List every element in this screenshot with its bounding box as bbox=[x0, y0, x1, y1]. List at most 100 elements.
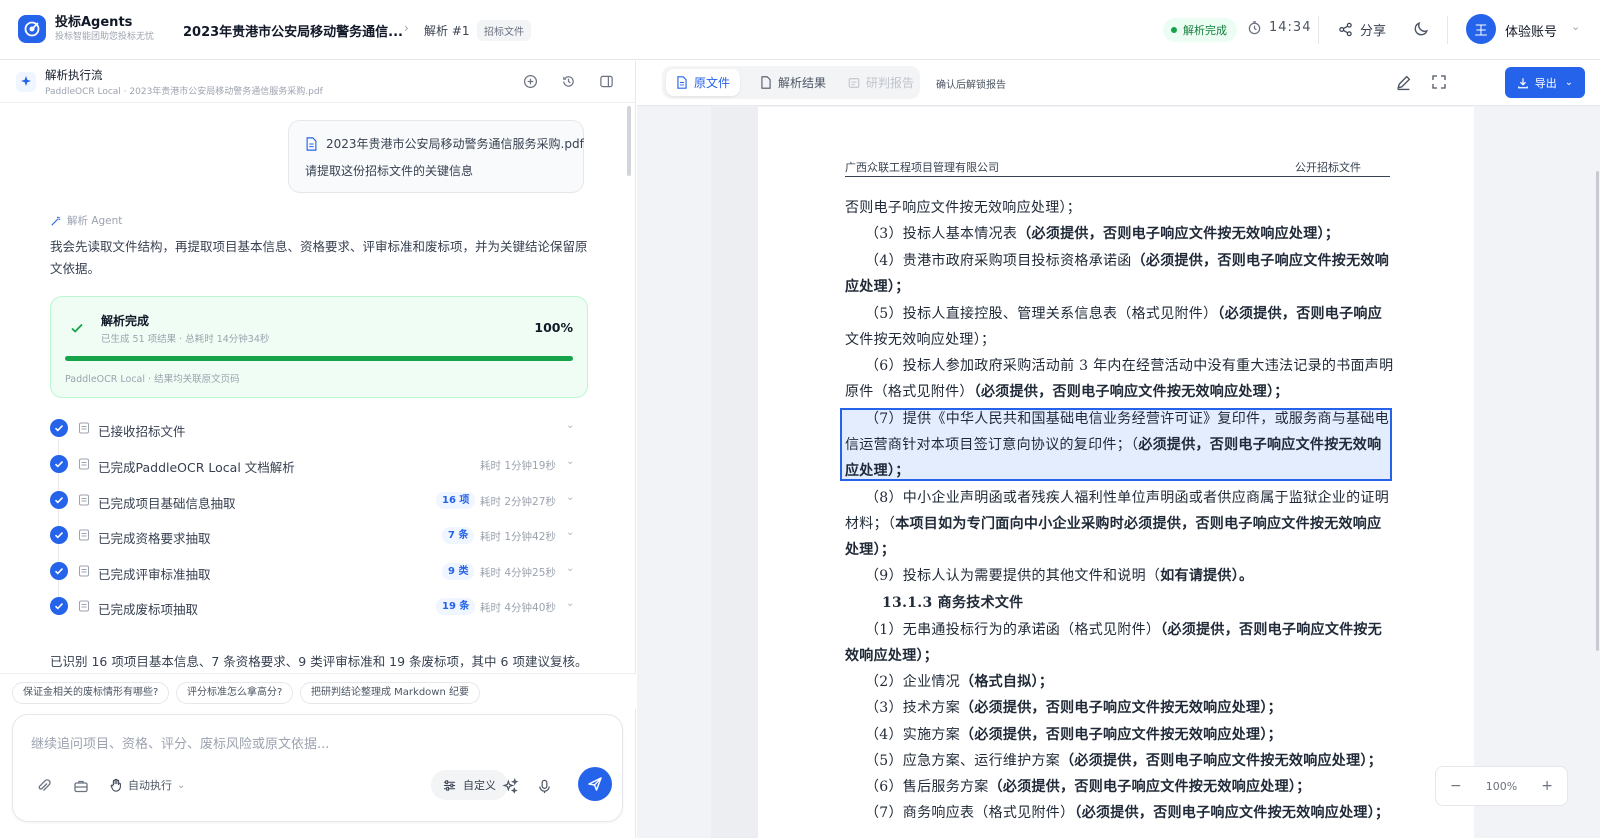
app-tagline: 投标智能团助您投标无忧 bbox=[55, 32, 155, 42]
chevron-down-icon[interactable]: ⌄ bbox=[566, 563, 574, 574]
line-bold-text: （必须提供，否则电子响应文件按无效响应处理）； bbox=[973, 384, 1289, 400]
viewer-scrollbar[interactable] bbox=[1596, 171, 1599, 651]
document-title[interactable]: 2023年贵港市公安局移动警务通信... bbox=[183, 21, 403, 40]
document-line: （6）售后服务方案（必须提供，否则电子响应文件按无效响应处理）； bbox=[865, 776, 1311, 796]
app-name: 投标Agents bbox=[55, 15, 133, 30]
line-text: 否则电子响应文件按无效响应处理）； bbox=[845, 200, 1082, 216]
step-duration: 耗时 1分钟19秒 bbox=[480, 460, 556, 472]
file-icon bbox=[306, 136, 317, 151]
tab-research-report[interactable]: 研判报告 bbox=[838, 69, 924, 96]
toggle-panel-button[interactable] bbox=[596, 71, 616, 91]
edit-button[interactable] bbox=[1395, 74, 1412, 95]
breadcrumb-chevron-icon: › bbox=[404, 21, 409, 35]
completion-percent: 100% bbox=[534, 320, 573, 335]
line-text: （7）商务响应表（格式见附件） bbox=[865, 805, 1075, 821]
export-button[interactable]: 导出 ⌄ bbox=[1505, 67, 1585, 98]
send-icon bbox=[588, 777, 602, 791]
tab-label: 原文件 bbox=[694, 76, 731, 90]
header-rule bbox=[845, 176, 1390, 177]
voice-button[interactable] bbox=[531, 773, 557, 799]
line-text: （3）投标人基本情况表 bbox=[865, 226, 1018, 242]
fullscreen-button[interactable] bbox=[1431, 74, 1447, 94]
chevron-down-icon[interactable]: ⌄ bbox=[566, 492, 574, 503]
logo-icon[interactable] bbox=[18, 15, 46, 43]
timeline-step[interactable]: 已完成评审标准抽取 9 类耗时 4分钟25秒 ⌄ bbox=[50, 559, 590, 585]
line-bold-text: （必须提供，否则电子响应文件按无效响应处理）； bbox=[1017, 226, 1340, 242]
line-bold-text: 必须提供，否则电子响应文件按无效响 bbox=[1138, 437, 1382, 453]
line-text: （1）无串通投标行为的承诺函（格式见附件） bbox=[865, 622, 1161, 638]
step-label: 已完成项目基础信息抽取 bbox=[98, 496, 236, 511]
document-line: 效响应处理）； bbox=[845, 645, 938, 665]
suggestion-chip[interactable]: 保证金相关的废标情形有哪些? bbox=[12, 682, 170, 704]
chevron-down-icon: ⌄ bbox=[1564, 77, 1574, 88]
line-bold-text: （必须提供，否则电子响应 bbox=[1217, 306, 1383, 322]
line-text: 信运营商针对本项目签订意向协议的复印件；（ bbox=[845, 437, 1139, 453]
timeline-step[interactable]: 已完成PaddleOCR Local 文档解析 耗时 1分钟19秒 ⌄ bbox=[50, 452, 590, 478]
chevron-down-icon[interactable]: ⌄ bbox=[1571, 20, 1580, 33]
panel-header: 解析执行流 PaddleOCR Local · 2023年贵港市公安局移动警务通… bbox=[0, 61, 636, 103]
viewer-tabs: 原文件 解析结果 研判报告 bbox=[662, 66, 920, 99]
avatar[interactable]: 王 bbox=[1466, 14, 1496, 44]
scan-icon bbox=[79, 458, 89, 470]
line-text: 原件（格式见附件） bbox=[845, 384, 974, 400]
line-bold-text: （必须提供，否则电子响应文件按无效响应处理）； bbox=[960, 727, 1282, 743]
panel-subtitle: PaddleOCR Local · 2023年贵港市公安局移动警务通信服务采购.… bbox=[45, 87, 323, 97]
chevron-down-icon[interactable]: ⌄ bbox=[566, 598, 574, 609]
document-line: （6）投标人参加政府采购活动前 3 年内在经营活动中没有重大违法记录的书面声明 bbox=[865, 355, 1393, 375]
share-label: 分享 bbox=[1360, 24, 1387, 39]
history-button[interactable] bbox=[558, 71, 578, 91]
timeline-step[interactable]: 已完成资格要求抽取 7 条耗时 1分钟42秒 ⌄ bbox=[50, 523, 590, 549]
timeline-step[interactable]: 已完成项目基础信息抽取 16 项耗时 2分钟27秒 ⌄ bbox=[50, 488, 590, 514]
attached-file[interactable]: 2023年贵港市公安局移动警务通信服务采购.pdf bbox=[305, 135, 584, 152]
zoom-control: − 100% + bbox=[1435, 766, 1568, 806]
tab-original-file[interactable]: 原文件 bbox=[666, 69, 741, 96]
breadcrumb-parse[interactable]: 解析 #1 bbox=[424, 22, 470, 39]
tab-parse-results[interactable]: 解析结果 bbox=[750, 69, 836, 96]
page-header-doctype: 公开招标文件 bbox=[1295, 161, 1361, 174]
chat-input[interactable]: 继续追问项目、资格、评分、废标风险或原文依据... bbox=[31, 733, 329, 752]
mic-icon bbox=[538, 779, 550, 793]
document-line: （4）贵港市政府采购项目投标资格承诺函（必须提供，否则电子响应文件按无效响 bbox=[865, 250, 1389, 270]
divider bbox=[1318, 16, 1319, 44]
document-page: 广西众联工程项目管理有限公司 公开招标文件 否则电子响应文件按无效响应处理）； （… bbox=[758, 107, 1474, 838]
theme-toggle-button[interactable] bbox=[1413, 20, 1430, 41]
export-label: 导出 bbox=[1534, 76, 1557, 90]
zoom-out-button[interactable]: − bbox=[1450, 778, 1462, 794]
count-badge: 9 类 bbox=[442, 563, 475, 580]
document-line: （3）投标人基本情况表（必须提供，否则电子响应文件按无效响应处理）； bbox=[865, 223, 1339, 243]
timeline-step[interactable]: 已完成废标项抽取 19 条耗时 4分钟40秒 ⌄ bbox=[50, 594, 590, 620]
suggestion-chip[interactable]: 评分标准怎么拿高分? bbox=[176, 682, 294, 704]
attach-button[interactable] bbox=[31, 773, 57, 799]
document-line: （5）投标人直接控股、管理关系信息表（格式见附件）（必须提供，否则电子响应 bbox=[865, 303, 1382, 323]
document-line: （4）实施方案（必须提供，否则电子响应文件按无效响应处理）； bbox=[865, 724, 1282, 744]
step-duration: 耗时 4分钟40秒 bbox=[480, 602, 556, 614]
chevron-down-icon[interactable]: ⌄ bbox=[566, 456, 574, 467]
timeline-step[interactable]: 已接收招标文件 ⌄ bbox=[50, 416, 590, 442]
auto-execute-toggle[interactable]: 自动执行 ⌄ bbox=[109, 777, 185, 793]
line-bold-text: 13.1.3 商务技术文件 bbox=[882, 595, 1024, 611]
divider bbox=[1447, 16, 1448, 44]
suggestion-chip[interactable]: 把研判结论整理成 Markdown 纪要 bbox=[300, 682, 480, 704]
new-chat-button[interactable] bbox=[520, 71, 540, 91]
completion-title: 解析完成 bbox=[101, 314, 150, 328]
zoom-in-button[interactable]: + bbox=[1541, 778, 1553, 794]
magic-icon bbox=[501, 777, 518, 794]
document-line: 处理）； bbox=[845, 539, 895, 559]
file-icon bbox=[79, 422, 89, 434]
unlock-hint: 确认后解锁报告 bbox=[936, 80, 1006, 91]
toolbox-icon bbox=[74, 780, 88, 793]
chevron-down-icon[interactable]: ⌄ bbox=[566, 527, 574, 538]
account-name[interactable]: 体验账号 bbox=[1505, 21, 1557, 40]
share-button[interactable]: 分享 bbox=[1338, 20, 1386, 39]
toolbox-button[interactable] bbox=[68, 773, 94, 799]
chevron-down-icon[interactable]: ⌄ bbox=[566, 420, 574, 431]
document-line: 材料；（本项目如为专门面向中小企业采购时必须提供，否则电子响应文件按无效响应 bbox=[845, 513, 1381, 533]
customize-label: 自定义 bbox=[463, 779, 496, 792]
magic-button[interactable] bbox=[497, 773, 523, 799]
step-duration: 耗时 1分钟42秒 bbox=[480, 531, 556, 543]
send-button[interactable] bbox=[578, 767, 612, 801]
line-bold-text: （必须提供，否则电子响应文件按无效响应处理）； bbox=[960, 700, 1282, 716]
line-text: （8）中小企业声明函或者残疾人福利性单位声明函或者供应商属于监狱企业的证明 bbox=[865, 490, 1390, 506]
document-line: （2）企业情况（格式自拟）； bbox=[865, 671, 1053, 691]
chat-scrollbar[interactable] bbox=[627, 106, 631, 176]
